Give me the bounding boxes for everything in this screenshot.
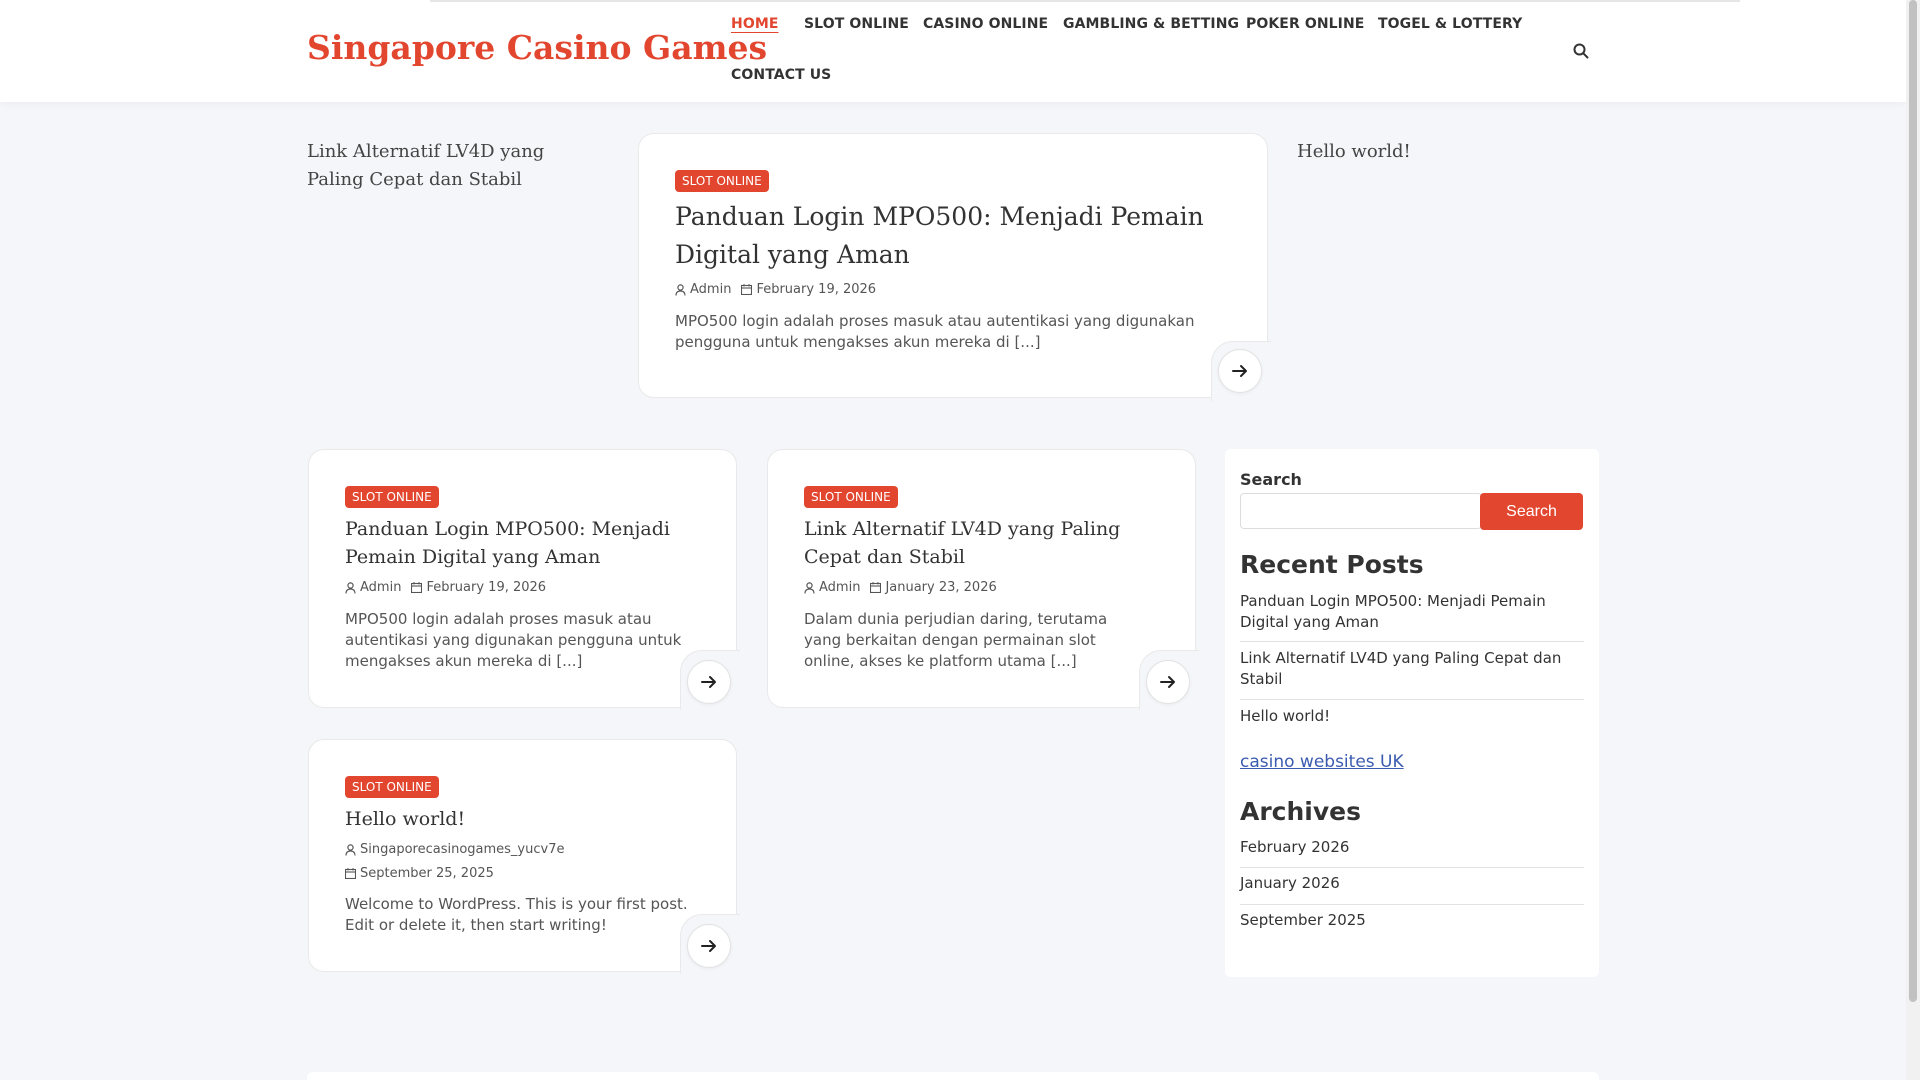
post-author[interactable]: Admin	[819, 580, 860, 595]
nav-item-casino-online[interactable]: CASINO ONLINE	[923, 16, 1048, 32]
post-author[interactable]: Admin	[690, 282, 731, 297]
recent-post-link[interactable]: Hello world!	[1240, 706, 1585, 727]
site-header: Singapore Casino Games HOME SLOT ONLINE …	[0, 0, 1906, 102]
read-more-arrow-button[interactable]	[1146, 660, 1190, 704]
search-button[interactable]: Search	[1480, 493, 1583, 530]
post-meta-author: Singaporecasinogames_yucv7e	[345, 842, 564, 857]
recent-post-link[interactable]: Link Alternatif LV4D yang Paling Cepat d…	[1240, 648, 1585, 690]
post-excerpt: MPO500 login adalah proses masuk atau au…	[345, 610, 682, 670]
sidebar-widget: Search Search Recent Posts Panduan Login…	[1225, 449, 1599, 977]
post-excerpt: Dalam dunia perjudian daring, terutama y…	[804, 610, 1108, 670]
post-date[interactable]: February 19, 2026	[426, 580, 546, 595]
page-scrollbar[interactable]	[1906, 0, 1920, 1080]
post-meta: Admin January 23, 2026	[804, 580, 997, 595]
search-label: Search	[1240, 470, 1302, 489]
post-title[interactable]: Panduan Login MPO500: Menjadi Pemain Dig…	[675, 198, 1245, 274]
arrow-right-icon	[1160, 676, 1175, 688]
user-icon	[345, 581, 356, 594]
post-excerpt: Welcome to WordPress. This is your first…	[345, 895, 688, 934]
nav-item-slot-online[interactable]: SLOT ONLINE	[804, 16, 909, 32]
archives-heading: Archives	[1240, 797, 1361, 826]
read-more-arrow-button[interactable]	[687, 660, 731, 704]
read-more-arrow-button[interactable]	[687, 924, 731, 968]
calendar-icon	[870, 582, 882, 593]
category-badge[interactable]: SLOT ONLINE	[804, 486, 898, 508]
read-more-arrow-button[interactable]	[1218, 349, 1262, 393]
nav-item-gambling-betting[interactable]: GAMBLING & BETTING	[1063, 16, 1239, 32]
post-meta: Admin February 19, 2026	[345, 580, 546, 595]
post-title[interactable]: Link Alternatif LV4D yang Paling Cepat d…	[804, 515, 1174, 571]
user-icon	[804, 581, 815, 594]
post-author[interactable]: Singaporecasinogames_yucv7e	[360, 842, 564, 857]
user-icon	[675, 283, 686, 296]
arrow-right-icon	[701, 676, 716, 688]
category-badge[interactable]: SLOT ONLINE	[345, 486, 439, 508]
post-card: SLOT ONLINE Hello world! Singaporecasino…	[308, 739, 740, 974]
arrow-right-icon	[701, 940, 716, 952]
external-link[interactable]: casino websites UK	[1240, 752, 1404, 772]
post-title[interactable]: Panduan Login MPO500: Menjadi Pemain Dig…	[345, 515, 715, 571]
category-badge[interactable]: SLOT ONLINE	[675, 170, 769, 192]
post-date[interactable]: September 25, 2025	[360, 866, 494, 881]
archive-link[interactable]: January 2026	[1240, 873, 1340, 894]
recent-posts-heading: Recent Posts	[1240, 550, 1424, 579]
nav-item-poker-online[interactable]: POKER ONLINE	[1246, 16, 1364, 32]
featured-post-card: SLOT ONLINE Panduan Login MPO500: Menjad…	[638, 133, 1271, 401]
arrow-right-icon	[1232, 365, 1247, 377]
post-date[interactable]: February 19, 2026	[756, 282, 876, 297]
post-excerpt: MPO500 login adalah proses masuk atau au…	[675, 312, 1195, 351]
post-meta-date: September 25, 2025	[345, 866, 494, 881]
recent-post-link[interactable]: Panduan Login MPO500: Menjadi Pemain Dig…	[1240, 591, 1585, 633]
post-meta: Admin February 19, 2026	[675, 282, 876, 297]
calendar-icon	[411, 582, 423, 593]
post-date[interactable]: January 23, 2026	[885, 580, 996, 595]
scrollbar-thumb[interactable]	[1909, 0, 1917, 1002]
archive-link[interactable]: February 2026	[1240, 837, 1349, 858]
footer-edge	[307, 1072, 1599, 1080]
user-icon	[345, 843, 356, 856]
calendar-icon	[741, 284, 753, 295]
calendar-icon	[345, 868, 356, 879]
post-title[interactable]: Hello world!	[345, 805, 715, 833]
divider	[1240, 904, 1584, 905]
search-input[interactable]	[1240, 493, 1482, 529]
nav-item-contact-us[interactable]: CONTACT US	[731, 67, 831, 83]
divider	[1240, 699, 1584, 700]
category-badge[interactable]: SLOT ONLINE	[345, 776, 439, 798]
divider	[1240, 641, 1584, 642]
featured-left-link[interactable]: Link Alternatif LV4D yang Paling Cepat d…	[307, 138, 597, 194]
main-navigation: HOME SLOT ONLINE CASINO ONLINE GAMBLING …	[731, 0, 1531, 102]
site-title[interactable]: Singapore Casino Games	[307, 28, 767, 67]
featured-right-link[interactable]: Hello world!	[1297, 138, 1577, 166]
post-card: SLOT ONLINE Link Alternatif LV4D yang Pa…	[767, 449, 1199, 710]
post-author[interactable]: Admin	[360, 580, 401, 595]
divider	[1240, 867, 1584, 868]
archive-link[interactable]: September 2025	[1240, 910, 1366, 931]
nav-item-home[interactable]: HOME	[731, 16, 779, 32]
search-icon[interactable]	[1572, 42, 1590, 60]
post-card: SLOT ONLINE Panduan Login MPO500: Menjad…	[308, 449, 740, 710]
nav-item-togel-lottery[interactable]: TOGEL & LOTTERY	[1378, 16, 1522, 32]
